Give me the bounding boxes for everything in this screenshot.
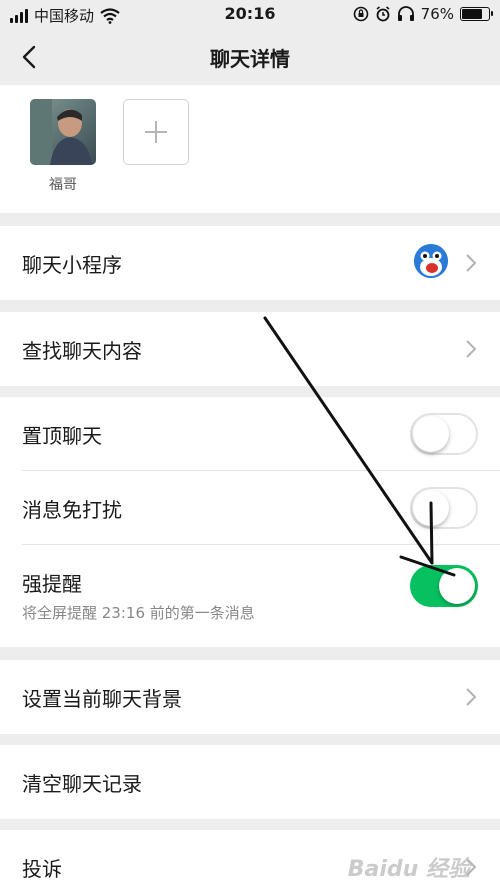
alarm-icon	[376, 6, 390, 22]
search-group: 查找聊天内容	[0, 312, 500, 386]
page-title: 聊天详情	[210, 47, 290, 71]
battery-icon	[460, 7, 493, 21]
pin-chat-label: 置顶聊天	[22, 424, 102, 448]
toggle-knob	[439, 568, 475, 604]
status-bar: 中国移动 20:16 76%	[0, 0, 500, 30]
search-chat-row[interactable]: 查找聊天内容	[0, 312, 500, 386]
chevron-right-icon	[466, 254, 476, 272]
pin-chat-toggle[interactable]	[410, 413, 478, 455]
mini-program-label: 聊天小程序	[22, 253, 122, 277]
search-chat-label: 查找聊天内容	[22, 339, 142, 363]
toggle-knob	[413, 490, 449, 526]
member-name: 福哥	[49, 177, 77, 193]
chevron-right-icon	[466, 688, 476, 706]
strong-remind-row: 强提醒 将全屏提醒 23:16 前的第一条消息	[0, 545, 500, 647]
clear-history-row[interactable]: 清空聊天记录	[0, 745, 500, 819]
watermark: Baidu 经验	[347, 857, 470, 882]
add-member-button[interactable]	[123, 99, 189, 165]
report-group: 投诉 Baidu 经验	[0, 830, 500, 889]
chat-background-label: 设置当前聊天背景	[22, 687, 182, 711]
members-section: 福哥	[0, 85, 500, 213]
clear-history-label: 清空聊天记录	[22, 772, 142, 796]
strong-remind-label: 强提醒	[22, 572, 82, 596]
headphones-icon	[397, 6, 414, 21]
pin-chat-row: 置顶聊天	[0, 397, 500, 471]
toggle-knob	[413, 416, 449, 452]
battery-level	[462, 9, 482, 19]
mini-program-group: 聊天小程序	[0, 226, 500, 300]
strong-remind-subtitle: 将全屏提醒 23:16 前的第一条消息	[22, 604, 255, 622]
avatar[interactable]	[30, 99, 96, 165]
rotation-lock-icon	[353, 6, 368, 22]
chat-background-row[interactable]: 设置当前聊天背景	[0, 660, 500, 734]
chevron-right-icon	[466, 340, 476, 358]
report-label: 投诉	[22, 857, 62, 881]
mute-toggle[interactable]	[410, 487, 478, 529]
mini-program-row[interactable]: 聊天小程序	[0, 226, 500, 300]
settings-toggle-group: 置顶聊天 消息免打扰 强提醒 将全屏提醒 23:16 前的第一条消息	[0, 397, 500, 647]
nav-bar: 聊天详情	[0, 30, 500, 84]
strong-remind-toggle[interactable]	[410, 565, 478, 607]
clear-group: 清空聊天记录	[0, 745, 500, 819]
mute-label: 消息免打扰	[22, 498, 122, 522]
status-right: 76%	[353, 5, 493, 23]
mute-row: 消息免打扰	[0, 471, 500, 545]
avatar-photo	[30, 99, 96, 165]
background-group: 设置当前聊天背景	[0, 660, 500, 734]
mini-program-icon	[414, 244, 448, 278]
battery-percent: 76%	[420, 5, 454, 23]
